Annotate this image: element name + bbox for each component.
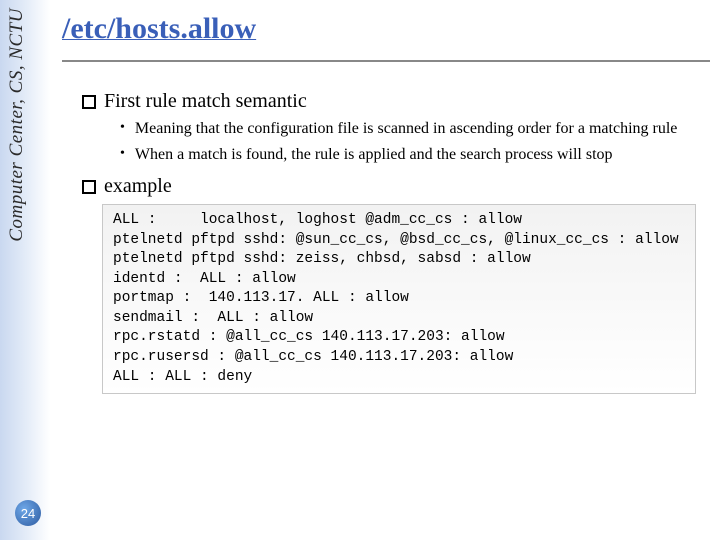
slide-title: /etc/hosts.allow: [62, 12, 710, 46]
bullet-text: When a match is found, the rule is appli…: [135, 145, 613, 165]
title-divider: [62, 60, 710, 62]
sidebar: Computer Center, CS, NCTU: [0, 0, 50, 540]
section-heading-1-text: First rule match semantic: [104, 90, 307, 113]
section-heading-2-text: example: [104, 175, 172, 198]
dot-bullet-icon: •: [120, 119, 125, 137]
section-heading-1: First rule match semantic: [82, 90, 710, 113]
bullet-item: • Meaning that the configuration file is…: [120, 119, 700, 139]
code-example-block: ALL : localhost, loghost @adm_cc_cs : al…: [102, 204, 696, 394]
square-bullet-icon: [82, 95, 96, 109]
bullet-item: • When a match is found, the rule is app…: [120, 145, 700, 165]
main-content: /etc/hosts.allow First rule match semant…: [62, 0, 710, 394]
sidebar-org-text: Computer Center, CS, NCTU: [6, 8, 28, 242]
section-heading-2: example: [82, 175, 710, 198]
square-bullet-icon: [82, 180, 96, 194]
page-number-badge: 24: [15, 500, 41, 526]
bullet-text: Meaning that the configuration file is s…: [135, 119, 677, 139]
bullet-list-1: • Meaning that the configuration file is…: [120, 119, 700, 165]
dot-bullet-icon: •: [120, 145, 125, 163]
